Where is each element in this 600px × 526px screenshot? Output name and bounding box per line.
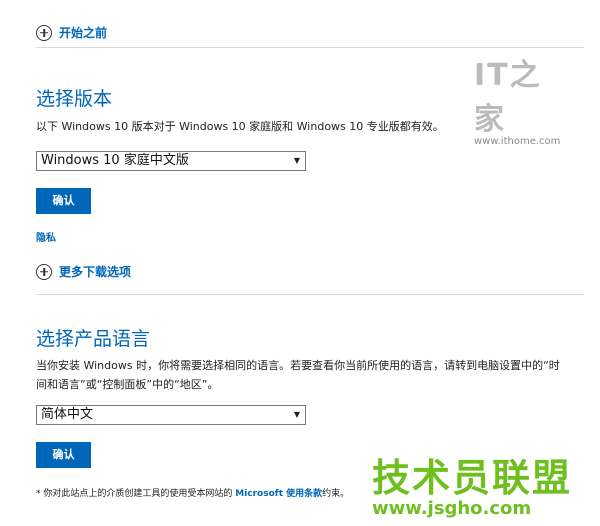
edition-confirm-button[interactable]: 确认	[36, 188, 91, 214]
ithome-watermark: IT之家 www.ithome.com	[474, 50, 560, 147]
caret-down-icon: ▼	[293, 410, 300, 419]
plus-circle-icon	[36, 24, 52, 41]
divider	[36, 294, 584, 295]
language-confirm-button[interactable]: 确认	[36, 442, 91, 468]
edition-selected-value: Windows 10 家庭中文版	[41, 153, 189, 168]
language-description-line1: 当你安装 Windows 时，你将需要选择相同的语言。若要查看你当前所使用的语言…	[36, 359, 560, 372]
footnote-prefix: * 你对此站点上的介质创建工具的使用受本网站的	[36, 489, 236, 499]
before-start-expander[interactable]: 开始之前	[36, 24, 107, 41]
language-selected-value: 简体中文	[41, 407, 94, 422]
more-download-options-label: 更多下载选项	[59, 265, 132, 279]
ithome-url: www.ithome.com	[474, 136, 561, 147]
terms-of-use-link[interactable]: Microsoft 使用条款	[235, 489, 322, 499]
language-description-line2: 间和语言”或“控制面板”中的“地区”。	[36, 378, 219, 391]
ithome-logo: IT之家	[474, 58, 542, 137]
edition-heading: 选择版本	[36, 88, 113, 110]
jsgho-watermark: 技术员联盟 www.jsgho.com	[372, 456, 596, 518]
privacy-link[interactable]: 隐私	[36, 229, 56, 244]
divider	[36, 47, 584, 48]
more-download-options-expander[interactable]: 更多下载选项	[36, 263, 131, 280]
before-start-label: 开始之前	[59, 26, 108, 40]
plus-circle-icon	[36, 263, 52, 280]
edition-select[interactable]: Windows 10 家庭中文版 ▼	[36, 151, 306, 171]
jsgho-url: www.jsgho.com	[372, 498, 532, 519]
jsgho-title: 技术员联盟	[372, 456, 573, 500]
footnote-suffix: 约束。	[322, 489, 350, 499]
terms-footnote: * 你对此站点上的介质创建工具的使用受本网站的 Microsoft 使用条款约束…	[36, 486, 349, 499]
language-select[interactable]: 简体中文 ▼	[36, 405, 306, 425]
language-heading: 选择产品语言	[36, 328, 151, 350]
caret-down-icon: ▼	[293, 156, 300, 165]
edition-description: 以下 Windows 10 版本对于 Windows 10 家庭版和 Windo…	[36, 120, 444, 133]
